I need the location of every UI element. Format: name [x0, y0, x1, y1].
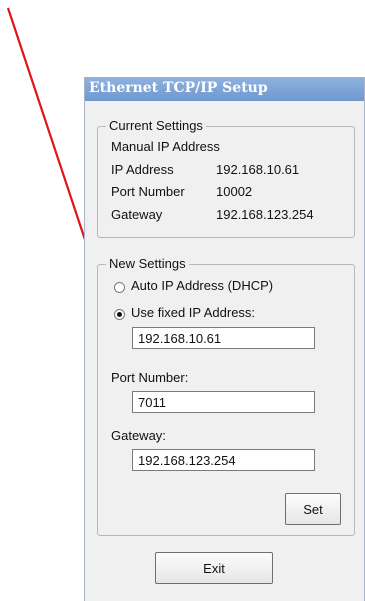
current-gateway-label: Gateway	[111, 207, 163, 222]
current-gateway-value: 192.168.123.254	[216, 207, 314, 222]
current-ip-label: IP Address	[111, 162, 174, 177]
current-port-value: 10002	[216, 184, 253, 199]
radio-selected-dot	[117, 312, 122, 317]
fixed-ip-radio[interactable]	[114, 309, 125, 320]
set-button[interactable]: Set	[285, 493, 341, 525]
dhcp-radio[interactable]	[114, 282, 125, 293]
exit-button-label: Exit	[203, 560, 225, 576]
current-port-label: Port Number	[111, 184, 185, 199]
current-settings-legend: Current Settings	[106, 118, 206, 133]
dhcp-radio-label[interactable]: Auto IP Address (DHCP)	[131, 278, 273, 293]
ethernet-setup-dialog: Ethernet TCP/IP Setup Current Settings M…	[84, 77, 365, 601]
title-bar[interactable]: Ethernet TCP/IP Setup	[85, 77, 364, 101]
port-number-label: Port Number:	[111, 370, 189, 385]
current-ip-value: 192.168.10.61	[216, 162, 300, 177]
window-title: Ethernet TCP/IP Setup	[89, 80, 268, 96]
gateway-label: Gateway:	[111, 428, 166, 443]
set-button-label: Set	[303, 501, 323, 517]
port-number-input[interactable]	[132, 391, 315, 413]
new-settings-group: New Settings Auto IP Address (DHCP) Use …	[97, 256, 355, 536]
new-settings-legend: New Settings	[106, 256, 189, 271]
current-settings-group: Current Settings Manual IP Address IP Ad…	[97, 118, 355, 238]
exit-button[interactable]: Exit	[155, 552, 273, 584]
current-mode-text: Manual IP Address	[111, 139, 220, 154]
fixed-ip-radio-label[interactable]: Use fixed IP Address:	[131, 305, 255, 320]
ip-address-input[interactable]	[132, 327, 315, 349]
gateway-input[interactable]	[132, 449, 315, 471]
